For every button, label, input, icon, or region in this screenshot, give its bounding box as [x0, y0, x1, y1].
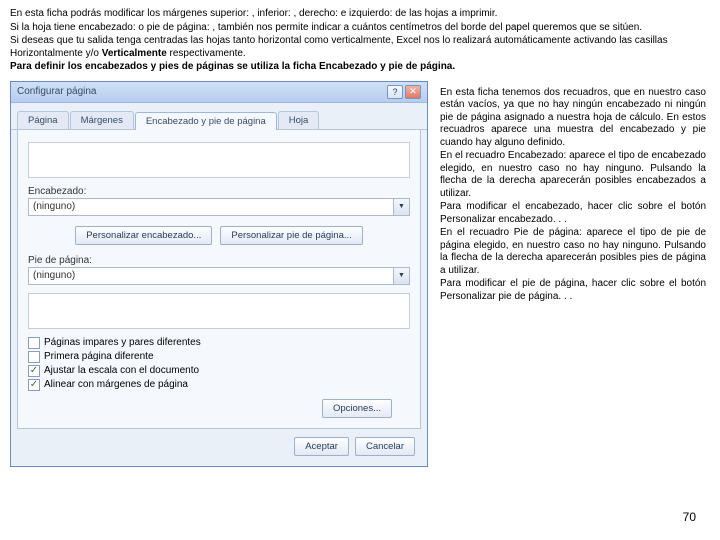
side-text-block: En esta ficha tenemos dos recuadros, que…: [430, 81, 710, 309]
page-setup-dialog: Configurar página ? ✕ Página Márgenes En…: [10, 81, 428, 467]
intro-line-3: Si deseas que tu salida tenga centradas …: [10, 35, 710, 60]
tab-hoja[interactable]: Hoja: [278, 111, 320, 129]
dialog-title: Configurar página: [17, 86, 97, 97]
label-odd-even: Páginas impares y pares diferentes: [44, 337, 201, 348]
side-p2: En el recuadro Encabezado: aparece el ti…: [440, 150, 706, 200]
page-number: 70: [683, 510, 696, 524]
chevron-down-icon[interactable]: ▼: [393, 268, 409, 284]
footer-preview: [28, 293, 410, 329]
custom-header-button[interactable]: Personalizar encabezado...: [75, 226, 212, 245]
label-align-margins: Alinear con márgenes de página: [44, 379, 188, 390]
intro-line-3c: respectivamente.: [167, 48, 246, 59]
checkbox-scale-doc[interactable]: ✓: [28, 365, 40, 377]
footer-combo-value: (ninguno): [29, 270, 393, 281]
label-first-diff: Primera página diferente: [44, 351, 154, 362]
tab-margenes[interactable]: Márgenes: [70, 111, 134, 129]
intro-line-2: Si la hoja tiene encabezado: o pie de pá…: [10, 22, 710, 35]
intro-line-3b: Verticalmente: [102, 48, 167, 59]
intro-line-1: En esta ficha podrás modificar los márge…: [10, 8, 710, 21]
checkbox-odd-even[interactable]: [28, 337, 40, 349]
tab-pagina[interactable]: Página: [17, 111, 69, 129]
accept-button[interactable]: Aceptar: [294, 437, 349, 456]
tab-encabezado-pie[interactable]: Encabezado y pie de página: [135, 112, 277, 130]
footer-combo[interactable]: (ninguno) ▼: [28, 267, 410, 285]
side-p1: En esta ficha tenemos dos recuadros, que…: [440, 87, 706, 150]
side-p4: En el recuadro Pie de página: aparece el…: [440, 227, 706, 277]
close-button[interactable]: ✕: [405, 85, 421, 99]
options-button[interactable]: Opciones...: [322, 399, 392, 418]
chevron-down-icon[interactable]: ▼: [393, 199, 409, 215]
header-preview: [28, 142, 410, 178]
header-label: Encabezado:: [28, 186, 410, 197]
help-button[interactable]: ?: [387, 85, 403, 99]
checkbox-first-diff[interactable]: [28, 351, 40, 363]
side-p5: Para modificar el pie de página, hacer c…: [440, 278, 706, 303]
header-combo[interactable]: (ninguno) ▼: [28, 198, 410, 216]
checkbox-align-margins[interactable]: ✓: [28, 379, 40, 391]
tab-panel: Encabezado: (ninguno) ▼ Personalizar enc…: [17, 130, 421, 429]
tab-strip: Página Márgenes Encabezado y pie de pági…: [11, 109, 427, 130]
side-p3: Para modificar el encabezado, hacer clic…: [440, 201, 706, 226]
label-scale-doc: Ajustar la escala con el documento: [44, 365, 199, 376]
intro-line-4: Para definir los encabezados y pies de p…: [10, 61, 710, 74]
titlebar: Configurar página ? ✕: [11, 82, 427, 103]
header-combo-value: (ninguno): [29, 201, 393, 212]
footer-label: Pie de página:: [28, 255, 410, 266]
custom-footer-button[interactable]: Personalizar pie de página...: [220, 226, 362, 245]
intro-text-block: En esta ficha podrás modificar los márge…: [0, 0, 720, 79]
cancel-button[interactable]: Cancelar: [355, 437, 415, 456]
